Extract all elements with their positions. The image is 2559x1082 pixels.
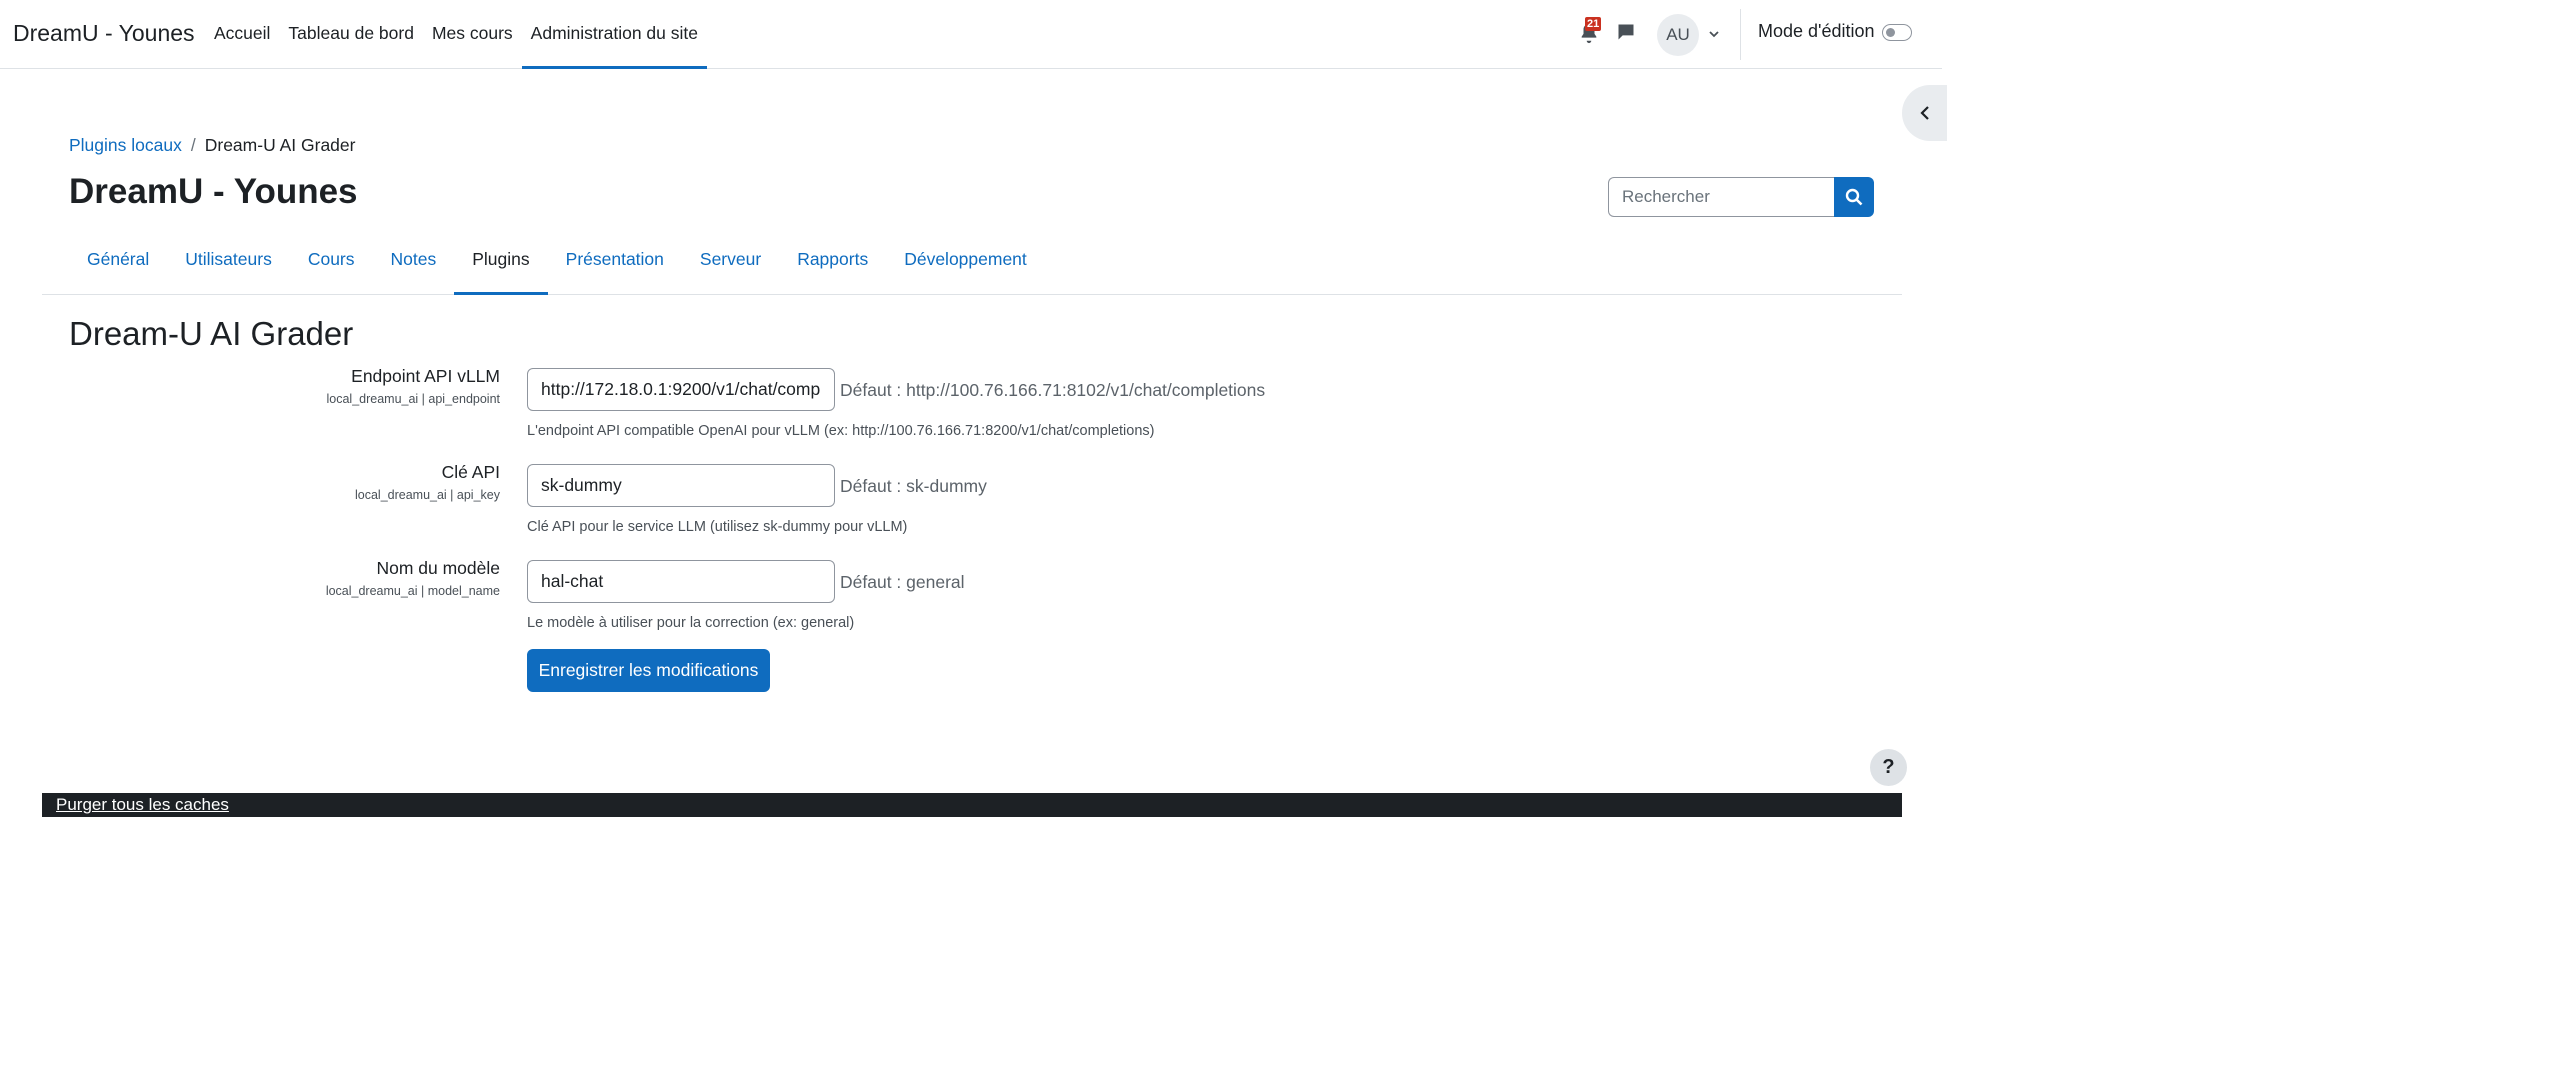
top-navbar: DreamU - Younes Accueil Tableau de bord …	[0, 0, 1942, 69]
edit-mode-toggle[interactable]	[1882, 24, 1912, 41]
api-key-default: Défaut : sk-dummy	[840, 476, 987, 496]
chat-icon[interactable]	[1616, 22, 1636, 42]
endpoint-input[interactable]	[527, 368, 835, 411]
tab-general[interactable]: Général	[69, 238, 167, 295]
setting-label-model-name: Nom du modèle local_dreamu_ai | model_na…	[326, 558, 500, 598]
setting-name: Endpoint API vLLM	[351, 366, 500, 386]
setting-name: Clé API	[441, 462, 500, 482]
setting-name: Nom du modèle	[376, 558, 500, 578]
chevron-down-icon[interactable]	[1707, 27, 1721, 41]
tab-serveur[interactable]: Serveur	[682, 238, 779, 295]
setting-label-api-key: Clé API local_dreamu_ai | api_key	[355, 462, 500, 502]
breadcrumb-link-plugins-locaux[interactable]: Plugins locaux	[69, 135, 182, 155]
navbar-divider	[1740, 9, 1741, 60]
user-avatar[interactable]: AU	[1657, 14, 1699, 56]
setting-code: local_dreamu_ai | model_name	[325, 584, 500, 598]
nav-link-tableau-de-bord[interactable]: Tableau de bord	[279, 0, 423, 69]
breadcrumb: Plugins locaux / Dream-U AI Grader	[69, 135, 355, 156]
model-name-input[interactable]	[527, 560, 835, 603]
drawer-toggle-button[interactable]	[1902, 85, 1947, 141]
model-name-default: Défaut : general	[840, 572, 965, 592]
api-key-input[interactable]	[527, 464, 835, 507]
page-title: DreamU - Younes	[69, 172, 358, 211]
footer-bar: Purger tous les caches	[42, 793, 1902, 817]
tab-cours[interactable]: Cours	[290, 238, 373, 295]
section-title: Dream-U AI Grader	[69, 315, 354, 352]
tab-utilisateurs[interactable]: Utilisateurs	[167, 238, 290, 295]
endpoint-default: Défaut : http://100.76.166.71:8102/v1/ch…	[840, 380, 1266, 400]
setting-code: local_dreamu_ai | api_key	[354, 488, 500, 502]
save-changes-button[interactable]: Enregistrer les modifications	[527, 649, 770, 692]
tab-notes[interactable]: Notes	[373, 238, 455, 295]
admin-search-input[interactable]	[1608, 177, 1835, 217]
tab-developpement[interactable]: Développement	[886, 238, 1045, 295]
tab-plugins[interactable]: Plugins	[454, 238, 548, 295]
endpoint-description: L'endpoint API compatible OpenAI pour vL…	[527, 423, 1155, 439]
toggle-knob	[1886, 28, 1895, 37]
api-key-description: Clé API pour le service LLM (utilisez sk…	[527, 519, 908, 535]
tab-rapports[interactable]: Rapports	[779, 238, 886, 295]
help-icon[interactable]: ?	[1870, 749, 1907, 786]
nav-link-administration[interactable]: Administration du site	[521, 0, 707, 69]
breadcrumb-separator: /	[190, 135, 196, 155]
primary-navigation: Accueil Tableau de bord Mes cours Admini…	[205, 0, 707, 69]
setting-code: local_dreamu_ai | api_endpoint	[326, 392, 500, 406]
purge-caches-link[interactable]: Purger tous les caches	[56, 795, 229, 815]
edit-mode-label: Mode d'édition	[1758, 21, 1875, 41]
setting-label-endpoint: Endpoint API vLLM local_dreamu_ai | api_…	[326, 366, 500, 406]
tab-presentation[interactable]: Présentation	[548, 238, 682, 295]
search-icon	[1845, 188, 1863, 206]
breadcrumb-current: Dream-U AI Grader	[204, 135, 356, 155]
search-button[interactable]	[1834, 177, 1874, 217]
nav-link-mes-cours[interactable]: Mes cours	[423, 0, 522, 69]
notification-count-badge: 21	[1585, 17, 1602, 31]
nav-link-accueil[interactable]: Accueil	[205, 0, 279, 69]
site-brand[interactable]: DreamU - Younes	[13, 20, 195, 47]
chevron-left-icon	[1920, 106, 1929, 120]
secondary-navigation: Général Utilisateurs Cours Notes Plugins…	[42, 238, 1902, 295]
model-name-description: Le modèle à utiliser pour la correction …	[527, 615, 855, 631]
